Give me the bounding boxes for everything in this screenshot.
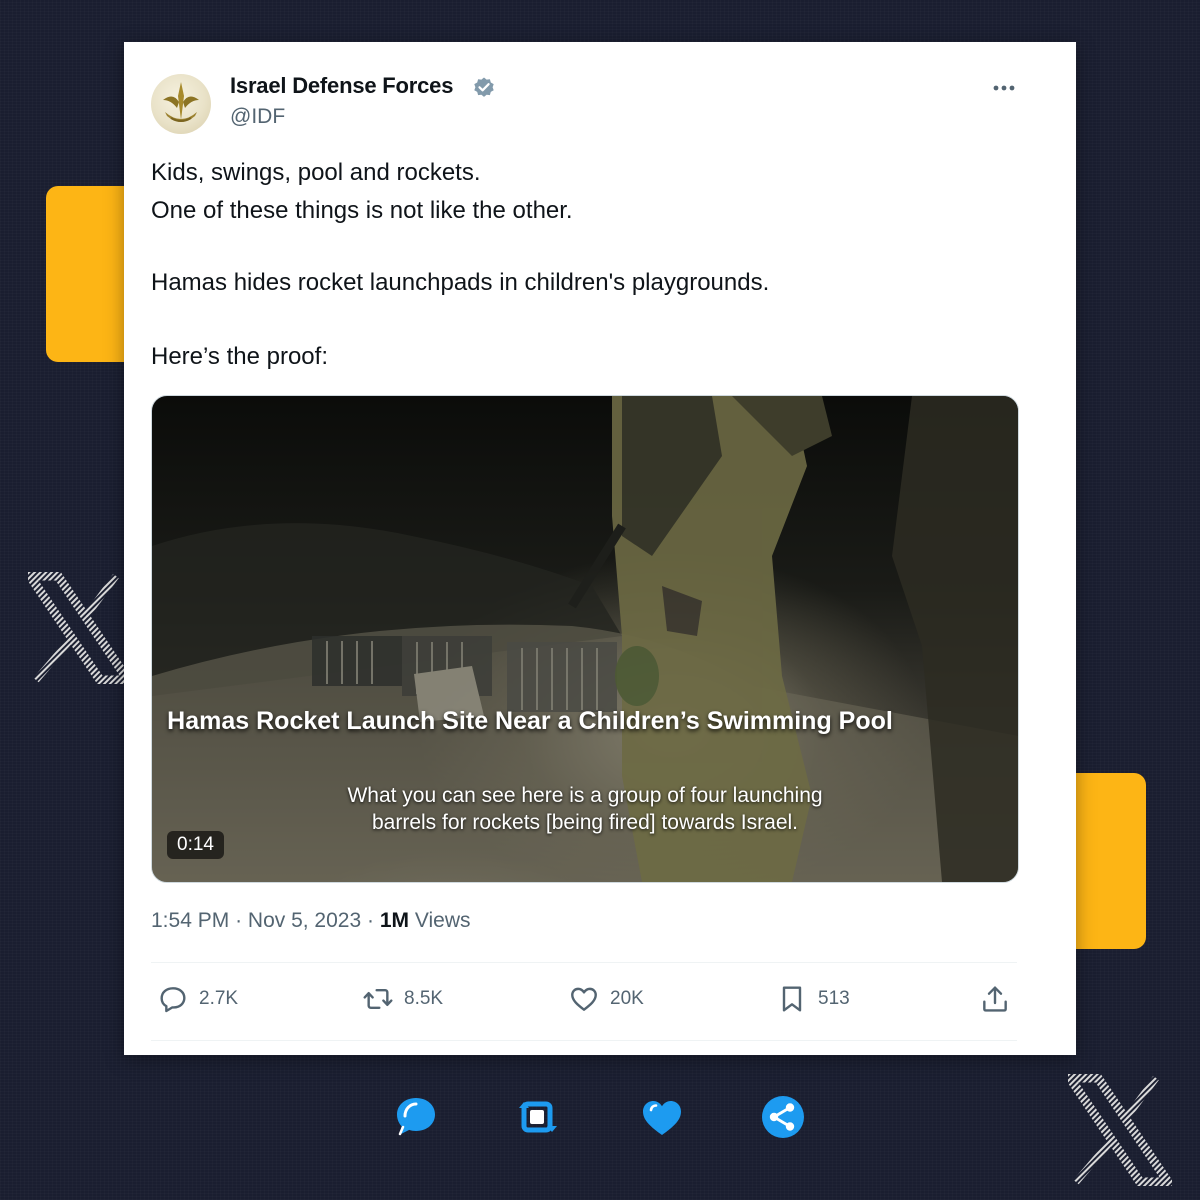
views-label: Views [414,909,471,932]
bookmark-button[interactable]: 513 [776,983,850,1015]
reply-button[interactable]: 2.7K [157,983,238,1015]
share-icon [983,986,1007,1012]
bookmark-count: 513 [818,988,850,1009]
tweet-time[interactable]: 1:54 PM [151,909,229,932]
share-icon [762,1096,804,1138]
retweet-button[interactable]: 8.5K [362,983,443,1015]
more-options-icon[interactable] [990,78,1018,98]
tweet-text-line: One of these things is not like the othe… [151,197,573,224]
like-count: 20K [610,988,644,1009]
tweet-text-line: Kids, swings, pool and rockets. [151,159,481,186]
retweet-icon [519,1101,557,1133]
author-handle[interactable]: @IDF [230,105,285,129]
meta-separator: · [235,909,243,932]
divider [151,962,1017,963]
avatar[interactable] [151,74,211,134]
x-logo-icon [1068,1074,1172,1186]
like-button[interactable]: 20K [568,983,644,1015]
tweet-video[interactable]: Hamas Rocket Launch Site Near a Children… [151,395,1019,883]
tweet-meta: 1:54 PM · Nov 5, 2023 · 1M Views [151,909,471,933]
tweet-text-line: Here’s the proof: [151,343,328,370]
share-button[interactable] [979,983,1021,1015]
retweet-count: 8.5K [404,988,444,1009]
video-duration-badge: 0:14 [167,831,224,859]
views-count: 1M [379,909,410,932]
tweet-text-line: Hamas hides rocket launchpads in childre… [151,269,770,296]
meta-separator: · [367,909,374,932]
video-subtitle-line: barrels for rockets [being fired] toward… [371,811,798,834]
video-subtitle-line: What you can see here is a group of four… [347,784,823,807]
chat-bubble-icon [397,1098,435,1136]
heart-icon [643,1101,681,1135]
idf-emblem-icon [163,82,199,122]
tweet-date[interactable]: Nov 5, 2023 [248,909,361,932]
x-logo-icon [28,572,132,684]
reply-icon [160,987,186,1013]
author-name[interactable]: Israel Defense Forces [230,73,453,99]
retweet-icon [363,989,393,1009]
divider [151,1040,1017,1041]
video-title-overlay: Hamas Rocket Launch Site Near a Children… [167,707,893,735]
verified-badge-icon [474,77,494,97]
bookmark-icon [782,986,802,1012]
heart-icon [571,987,597,1011]
reply-count: 2.7K [199,988,239,1009]
